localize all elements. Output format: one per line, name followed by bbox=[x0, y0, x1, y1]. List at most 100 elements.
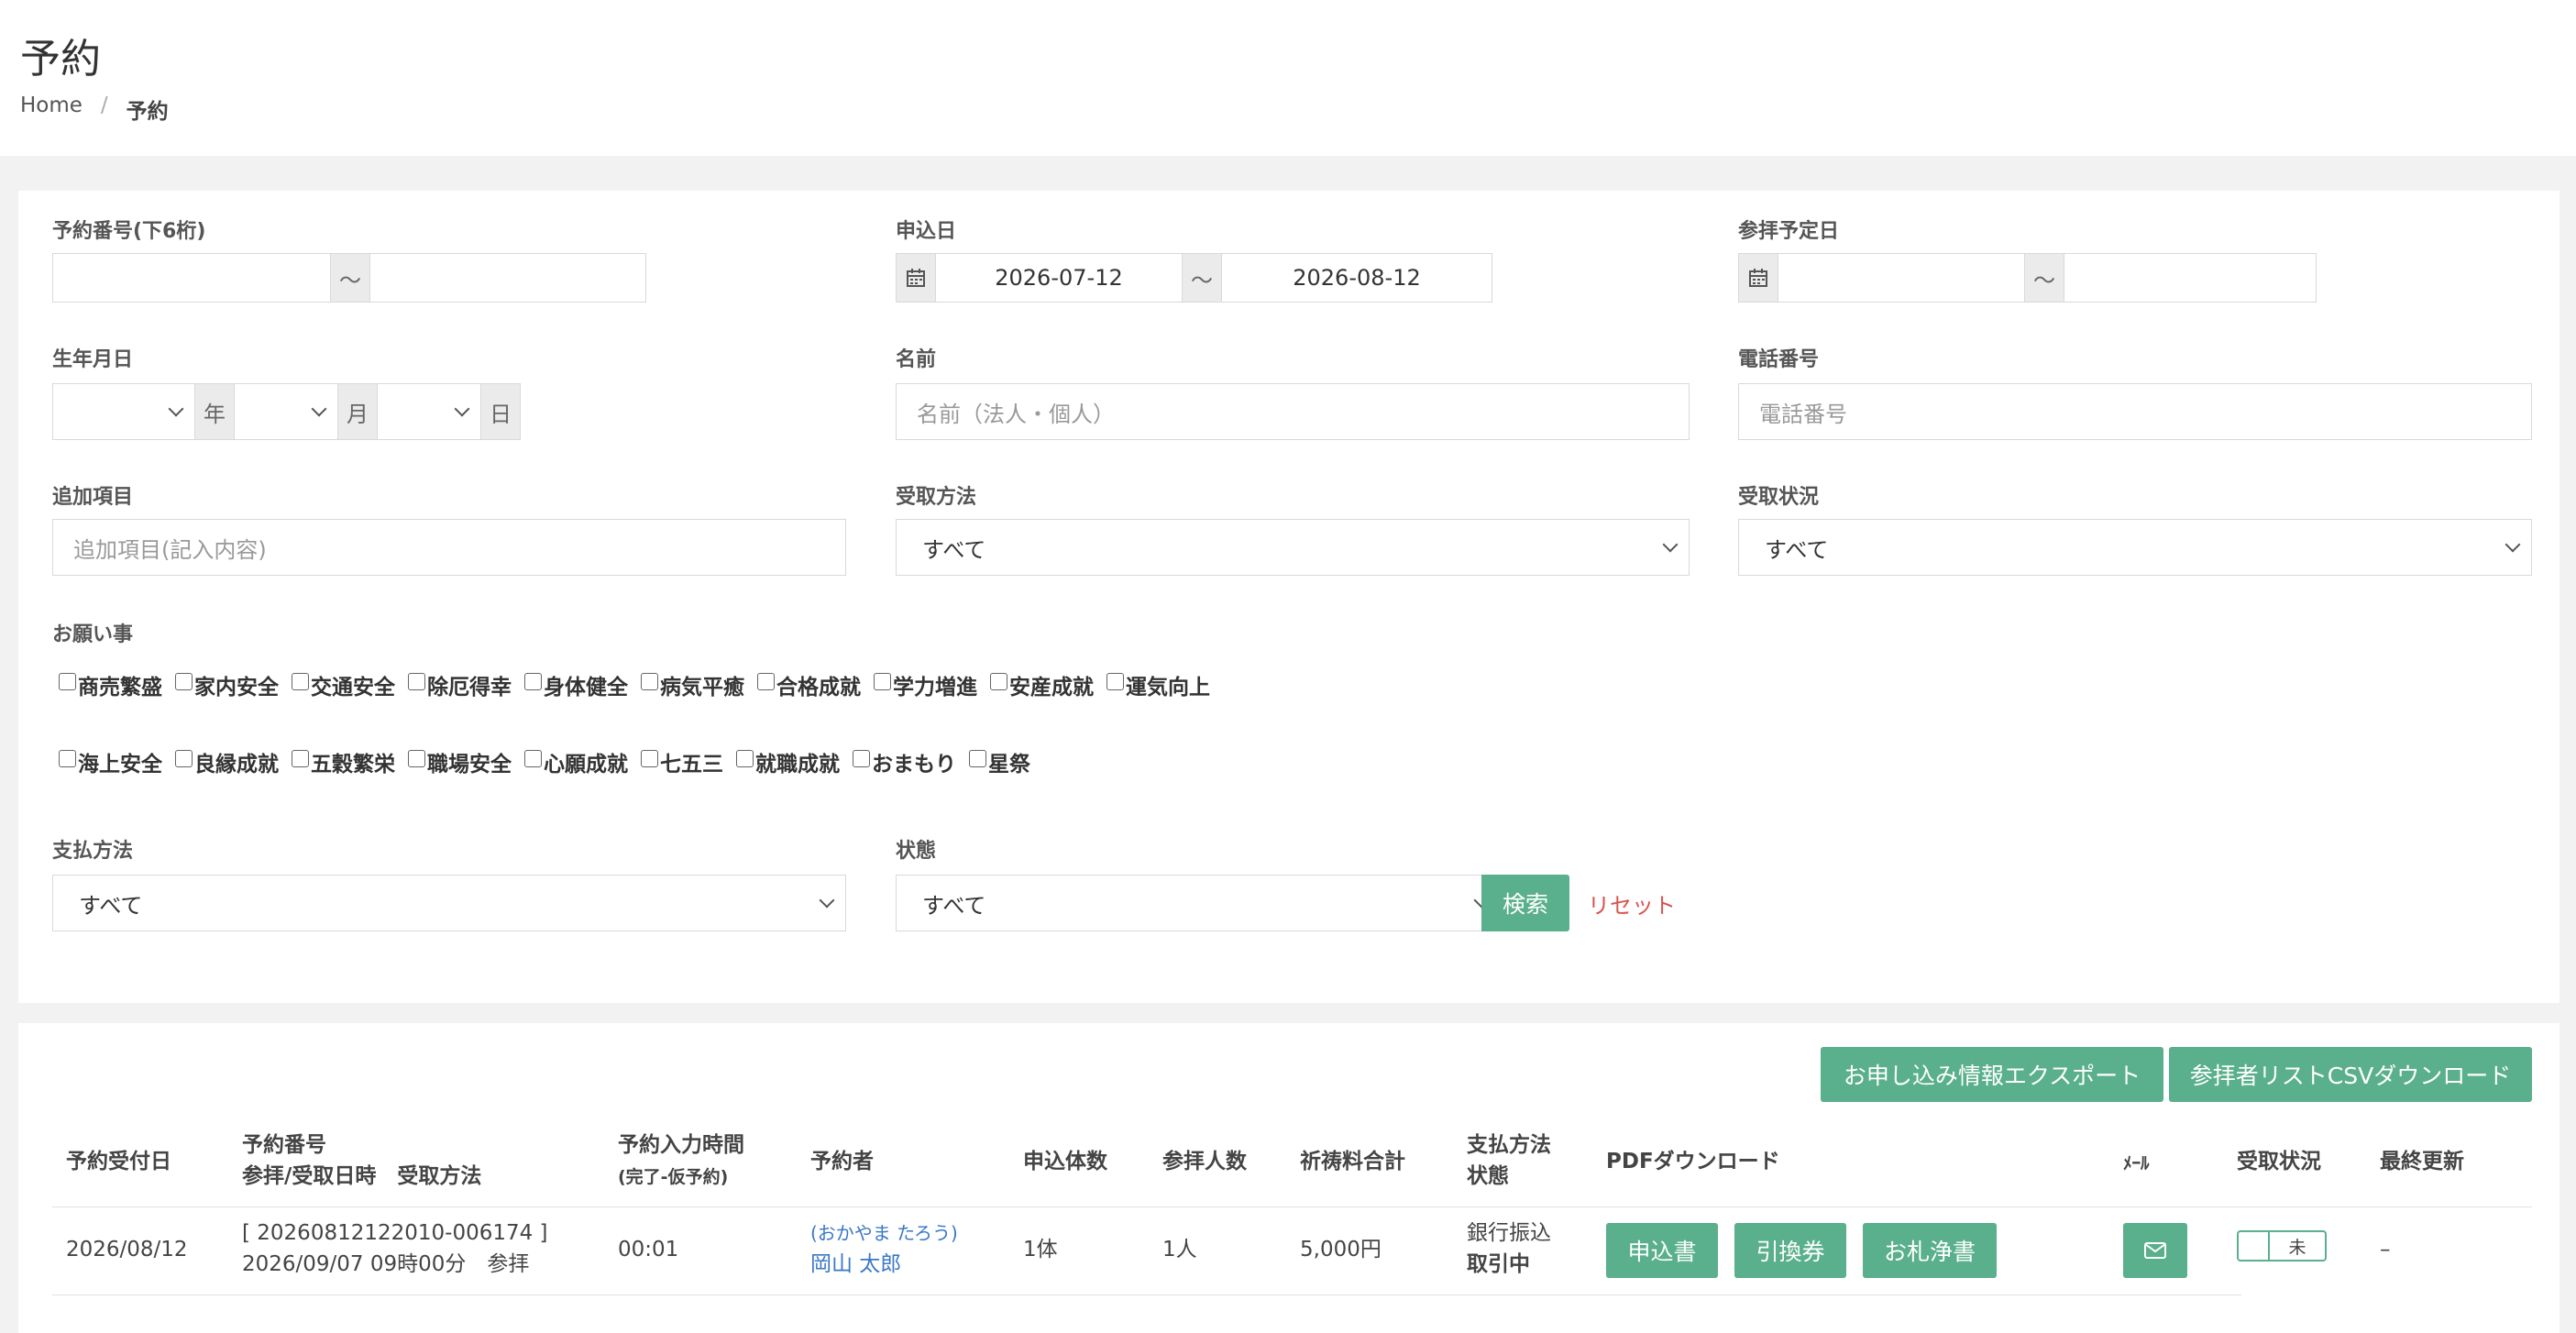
payment-select[interactable]: すべて bbox=[52, 875, 846, 931]
wish-checkbox-item[interactable]: 星祭 bbox=[969, 746, 1030, 777]
row-reservation-number: [ 20260812122010-006174 ] bbox=[242, 1221, 548, 1245]
checkbox[interactable] bbox=[1106, 672, 1124, 690]
wish-checkbox-item[interactable]: 海上安全 bbox=[59, 746, 162, 777]
wish-checkbox-item[interactable]: 就職成就 bbox=[736, 746, 840, 777]
phone-input[interactable]: 電話番号 bbox=[1738, 383, 2532, 440]
col-input-time-line1: 予約入力時間 bbox=[618, 1133, 744, 1157]
wish-checkbox-item[interactable]: 学力増進 bbox=[874, 669, 977, 700]
checkbox[interactable] bbox=[408, 672, 425, 690]
col-people: 参拝人数 bbox=[1162, 1150, 1247, 1173]
search-button[interactable]: 検索 bbox=[1481, 875, 1569, 931]
checkbox[interactable] bbox=[524, 749, 542, 767]
reservation-number-label: 予約番号(下6桁) bbox=[52, 220, 206, 243]
wish-checkbox-item[interactable]: 心願成就 bbox=[524, 746, 628, 777]
wish-checkbox-item[interactable]: おまもり bbox=[853, 746, 956, 777]
checkbox[interactable] bbox=[175, 749, 193, 767]
birth-day-select[interactable] bbox=[377, 383, 481, 440]
visit-date-from[interactable] bbox=[1778, 253, 2025, 303]
reservation-number-from[interactable] bbox=[52, 253, 331, 303]
row-received-date: 2026/08/12 bbox=[66, 1238, 188, 1261]
receive-method-label: 受取方法 bbox=[896, 486, 977, 509]
extra-field-label: 追加項目 bbox=[52, 486, 134, 509]
breadcrumb-home[interactable]: Home bbox=[20, 94, 83, 125]
wish-checkbox-item[interactable]: 良縁成就 bbox=[175, 746, 279, 777]
wish-checkbox-item[interactable]: 家内安全 bbox=[175, 669, 279, 700]
checkbox[interactable] bbox=[641, 672, 658, 690]
col-reserver: 予約者 bbox=[810, 1150, 874, 1173]
wish-checkbox-item[interactable]: 安産成就 bbox=[990, 669, 1094, 700]
checkbox[interactable] bbox=[292, 672, 309, 690]
wish-checkbox-item[interactable]: 除厄得幸 bbox=[408, 669, 512, 700]
wish-label: 安産成就 bbox=[1009, 676, 1094, 700]
phone-label: 電話番号 bbox=[1738, 348, 1820, 371]
wish-checkbox-item[interactable]: 運気向上 bbox=[1106, 669, 1210, 700]
chevron-down-icon bbox=[311, 401, 327, 417]
checkbox[interactable] bbox=[175, 672, 193, 690]
pdf-voucher-button[interactable]: 引換券 bbox=[1734, 1223, 1846, 1278]
checkbox[interactable] bbox=[524, 672, 542, 690]
results-panel: お申し込み情報エクスポート 参拝者リストCSVダウンロード 予約受付日 予約番号… bbox=[18, 1023, 2559, 1333]
wish-checkbox-item[interactable]: 五穀繁栄 bbox=[292, 746, 395, 777]
checkbox[interactable] bbox=[736, 749, 754, 767]
range-tilde: 〜 bbox=[330, 253, 370, 303]
pdf-application-button[interactable]: 申込書 bbox=[1606, 1223, 1718, 1278]
receive-status-select[interactable]: すべて bbox=[1738, 519, 2532, 576]
checkbox[interactable] bbox=[408, 749, 425, 767]
wish-checkbox-item[interactable]: 身体健全 bbox=[524, 669, 628, 700]
wish-checkbox-item[interactable]: 合格成就 bbox=[757, 669, 861, 700]
receive-status-toggle[interactable]: 未 bbox=[2237, 1230, 2327, 1261]
wish-label: 海上安全 bbox=[78, 753, 162, 777]
col-payment-line1: 支払方法 bbox=[1467, 1133, 1551, 1157]
send-mail-button[interactable] bbox=[2123, 1223, 2187, 1278]
checkbox[interactable] bbox=[874, 672, 891, 690]
row-reserver-name[interactable]: 岡山 太郎 bbox=[810, 1249, 958, 1280]
toggle-label: 未 bbox=[2288, 1237, 2306, 1258]
receive-status-label: 受取状況 bbox=[1738, 486, 1820, 509]
toggle-handle bbox=[2239, 1232, 2270, 1260]
range-tilde: 〜 bbox=[2024, 253, 2064, 303]
col-payment-line2: 状態 bbox=[1467, 1164, 1509, 1188]
csv-download-button[interactable]: 参拝者リストCSVダウンロード bbox=[2169, 1047, 2532, 1102]
row-fee: 5,000円 bbox=[1300, 1238, 1382, 1261]
apply-date-label: 申込日 bbox=[896, 220, 957, 243]
checkbox[interactable] bbox=[59, 749, 76, 767]
header-divider bbox=[52, 1206, 2532, 1207]
checkbox[interactable] bbox=[757, 672, 775, 690]
breadcrumb: Home / 予約 bbox=[20, 94, 169, 125]
row-reserver-kana[interactable]: (おかやま たろう) bbox=[810, 1217, 958, 1249]
wish-checkbox-item[interactable]: 病気平癒 bbox=[641, 669, 744, 700]
wish-label: 合格成就 bbox=[776, 676, 861, 700]
receive-method-select[interactable]: すべて bbox=[896, 519, 1690, 576]
birth-month-select[interactable] bbox=[234, 383, 338, 440]
row-payment-method: 銀行振込 bbox=[1467, 1221, 1551, 1245]
checkbox[interactable] bbox=[853, 749, 870, 767]
receive-status-value: すべて bbox=[1765, 536, 1829, 563]
wish-label: 星祭 bbox=[988, 753, 1030, 777]
checkbox[interactable] bbox=[969, 749, 986, 767]
envelope-icon bbox=[2144, 1242, 2166, 1259]
pdf-ofuda-button[interactable]: お札浄書 bbox=[1863, 1223, 1997, 1278]
status-label: 状態 bbox=[896, 840, 937, 863]
day-unit: 日 bbox=[480, 383, 521, 440]
wish-label: 就職成就 bbox=[755, 753, 840, 777]
checkbox[interactable] bbox=[641, 749, 658, 767]
wish-label: 身体健全 bbox=[544, 676, 628, 700]
visit-date-to[interactable] bbox=[2064, 253, 2317, 303]
checkbox[interactable] bbox=[292, 749, 309, 767]
breadcrumb-separator: / bbox=[100, 94, 108, 117]
status-select[interactable]: すべて bbox=[896, 875, 1501, 931]
wish-checkbox-item[interactable]: 交通安全 bbox=[292, 669, 395, 700]
export-button[interactable]: お申し込み情報エクスポート bbox=[1821, 1047, 2163, 1102]
reservation-number-to[interactable] bbox=[369, 253, 646, 303]
wish-checkbox-item[interactable]: 商売繁盛 bbox=[59, 669, 162, 700]
checkbox[interactable] bbox=[59, 672, 76, 690]
reset-link[interactable]: リセット bbox=[1588, 887, 1676, 920]
payment-label: 支払方法 bbox=[52, 840, 134, 863]
wish-checkbox-item[interactable]: 職場安全 bbox=[408, 746, 512, 777]
extra-field-input[interactable]: 追加項目(記入内容) bbox=[52, 519, 846, 576]
wish-checkbox-item[interactable]: 七五三 bbox=[641, 746, 723, 777]
col-pdf: PDFダウンロード bbox=[1606, 1150, 1780, 1173]
checkbox[interactable] bbox=[990, 672, 1007, 690]
name-input[interactable]: 名前（法人・個人） bbox=[896, 383, 1690, 440]
birth-year-select[interactable] bbox=[52, 383, 195, 440]
